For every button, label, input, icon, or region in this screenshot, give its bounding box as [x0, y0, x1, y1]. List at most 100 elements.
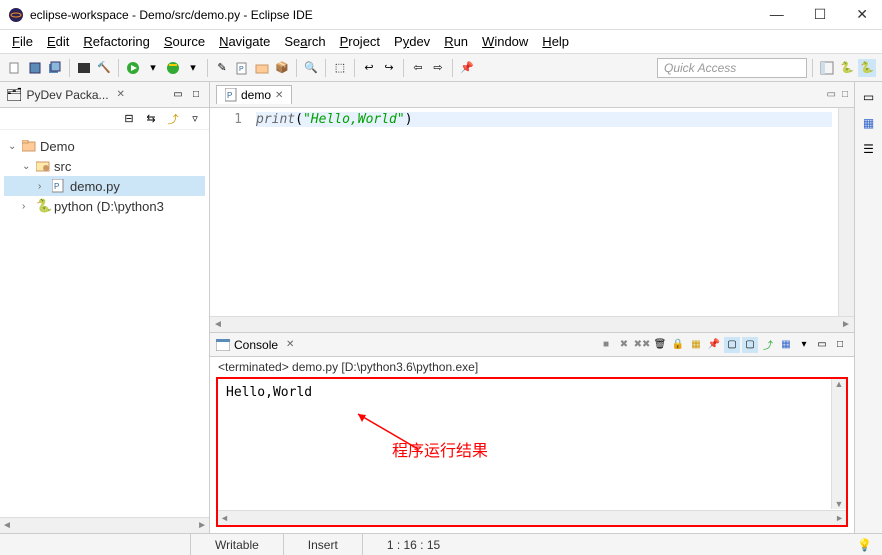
- new-module-icon[interactable]: P: [233, 59, 251, 77]
- open-perspective-icon[interactable]: [818, 59, 836, 77]
- new-package-icon[interactable]: 📦: [273, 59, 291, 77]
- next-annotation-icon[interactable]: ↪: [380, 59, 398, 77]
- expand-toggle-icon[interactable]: ›: [22, 201, 32, 212]
- menu-edit[interactable]: Edit: [41, 32, 75, 51]
- menu-search[interactable]: Search: [278, 32, 331, 51]
- trim-restore-icon[interactable]: ▭: [860, 88, 878, 106]
- tree-project[interactable]: ⌄ Demo: [4, 136, 205, 156]
- python-file-icon: P: [225, 88, 237, 102]
- main-toolbar: 🔨 ▾ ▾ ✎ P 📦 🔍 ⬚ ↩ ↪ ⇦ ⇨ 📌 Quick Access 🐍…: [0, 54, 882, 82]
- menu-refactoring[interactable]: Refactoring: [77, 32, 155, 51]
- scroll-left-icon[interactable]: ◄: [2, 520, 12, 531]
- build-icon[interactable]: 🔨: [95, 59, 113, 77]
- scroll-left-icon[interactable]: ◄: [210, 319, 226, 330]
- menu-source[interactable]: Source: [158, 32, 211, 51]
- remove-all-icon[interactable]: ✖✖: [634, 337, 650, 353]
- outline-view-icon[interactable]: ▦: [860, 114, 878, 132]
- editor-tab-demo[interactable]: P demo ✕: [216, 85, 292, 104]
- menu-window[interactable]: Window: [476, 32, 534, 51]
- line-number: 1: [210, 112, 242, 127]
- maximize-button[interactable]: ☐: [808, 4, 833, 25]
- focus-icon[interactable]: ⤴: [165, 111, 181, 127]
- new-folder-icon[interactable]: [253, 59, 271, 77]
- sidebar-scrollbar[interactable]: ◄ ►: [0, 517, 209, 533]
- last-edit-icon[interactable]: ✎: [213, 59, 231, 77]
- close-view-icon[interactable]: ✕: [117, 89, 125, 100]
- expand-toggle-icon[interactable]: ⌄: [22, 161, 32, 172]
- forward-icon[interactable]: ⇨: [429, 59, 447, 77]
- menu-project[interactable]: Project: [334, 32, 386, 51]
- scroll-right-icon[interactable]: ►: [838, 319, 854, 330]
- close-console-icon[interactable]: ✕: [286, 339, 294, 350]
- tree-interpreter[interactable]: › 🐍 python (D:\python3: [4, 196, 205, 216]
- maximize-view-icon[interactable]: □: [189, 88, 203, 102]
- console-dropdown-icon[interactable]: ▾: [796, 337, 812, 353]
- task-list-icon[interactable]: ☰: [860, 140, 878, 158]
- code-editor[interactable]: 1 print("Hello,World"): [210, 108, 854, 316]
- collapse-all-icon[interactable]: ⊟: [121, 111, 137, 127]
- python-perspective-icon[interactable]: 🐍: [858, 59, 876, 77]
- console-vscrollbar[interactable]: ▲▼: [831, 379, 846, 509]
- separator: [296, 59, 297, 77]
- new-icon[interactable]: [6, 59, 24, 77]
- project-tree: ⌄ Demo ⌄ src › P demo.py › 🐍 python (D:\…: [0, 130, 209, 222]
- menu-pydev[interactable]: Pydev: [388, 32, 436, 51]
- menu-file[interactable]: File: [6, 32, 39, 51]
- editor-vscrollbar[interactable]: [838, 108, 854, 316]
- pydev-perspective-icon[interactable]: 🐍: [838, 59, 856, 77]
- svg-text:P: P: [227, 91, 232, 100]
- pin-console-icon[interactable]: 📌: [706, 337, 722, 353]
- package-explorer-tab[interactable]: 🗂 PyDev Packa... ✕ ▭ □: [0, 82, 209, 108]
- minimize-editor-icon[interactable]: ▭: [827, 89, 836, 100]
- expand-toggle-icon[interactable]: ›: [38, 181, 48, 192]
- save-icon[interactable]: [26, 59, 44, 77]
- console-menu-icon[interactable]: ▦: [778, 337, 794, 353]
- maximize-editor-icon[interactable]: □: [842, 89, 848, 100]
- pin-icon[interactable]: 📌: [458, 59, 476, 77]
- scroll-right-icon[interactable]: ►: [197, 520, 207, 531]
- new-console-icon[interactable]: ⤴: [760, 337, 776, 353]
- toggle-mark-icon[interactable]: ⬚: [331, 59, 349, 77]
- close-button[interactable]: ✕: [850, 4, 874, 25]
- tree-file-demo[interactable]: › P demo.py: [4, 176, 205, 196]
- view-menu-icon[interactable]: ▿: [187, 111, 203, 127]
- tip-icon[interactable]: 💡: [847, 538, 882, 552]
- show-console-icon[interactable]: ▦: [688, 337, 704, 353]
- maximize-console-icon[interactable]: □: [832, 337, 848, 353]
- back-icon[interactable]: ⇦: [409, 59, 427, 77]
- open-console-icon[interactable]: ▢: [742, 337, 758, 353]
- remove-launch-icon[interactable]: ✖: [616, 337, 632, 353]
- tree-project-label: Demo: [40, 139, 75, 154]
- menu-help[interactable]: Help: [536, 32, 575, 51]
- search-icon[interactable]: 🔍: [302, 59, 320, 77]
- console-output-area[interactable]: Hello,World 程序运行结果 ▲▼ ◄►: [216, 377, 848, 527]
- separator: [403, 59, 404, 77]
- clear-console-icon[interactable]: 🗑: [652, 337, 668, 353]
- editor-hscrollbar[interactable]: ◄ ►: [210, 316, 854, 332]
- separator: [118, 59, 119, 77]
- code-paren-open: (: [295, 112, 303, 127]
- scroll-lock-icon[interactable]: 🔒: [670, 337, 686, 353]
- save-all-icon[interactable]: [46, 59, 64, 77]
- coverage-dropdown-icon[interactable]: ▾: [184, 59, 202, 77]
- quick-access-input[interactable]: Quick Access: [657, 58, 807, 78]
- code-area[interactable]: print("Hello,World"): [250, 108, 838, 316]
- run-icon[interactable]: [124, 59, 142, 77]
- run-dropdown-icon[interactable]: ▾: [144, 59, 162, 77]
- minimize-view-icon[interactable]: ▭: [171, 88, 185, 102]
- minimize-console-icon[interactable]: ▭: [814, 337, 830, 353]
- menu-run[interactable]: Run: [438, 32, 474, 51]
- link-editor-icon[interactable]: ⇆: [143, 111, 159, 127]
- menu-navigate[interactable]: Navigate: [213, 32, 276, 51]
- coverage-icon[interactable]: [164, 59, 182, 77]
- terminal-icon[interactable]: [75, 59, 93, 77]
- minimize-button[interactable]: —: [764, 4, 790, 25]
- tree-src-folder[interactable]: ⌄ src: [4, 156, 205, 176]
- main-area: 🗂 PyDev Packa... ✕ ▭ □ ⊟ ⇆ ⤴ ▿ ⌄ Demo ⌄ …: [0, 82, 882, 533]
- expand-toggle-icon[interactable]: ⌄: [8, 141, 18, 152]
- console-hscrollbar[interactable]: ◄►: [218, 510, 846, 525]
- display-selected-icon[interactable]: ▢: [724, 337, 740, 353]
- terminate-icon[interactable]: ■: [598, 337, 614, 353]
- close-tab-icon[interactable]: ✕: [275, 90, 283, 101]
- prev-annotation-icon[interactable]: ↩: [360, 59, 378, 77]
